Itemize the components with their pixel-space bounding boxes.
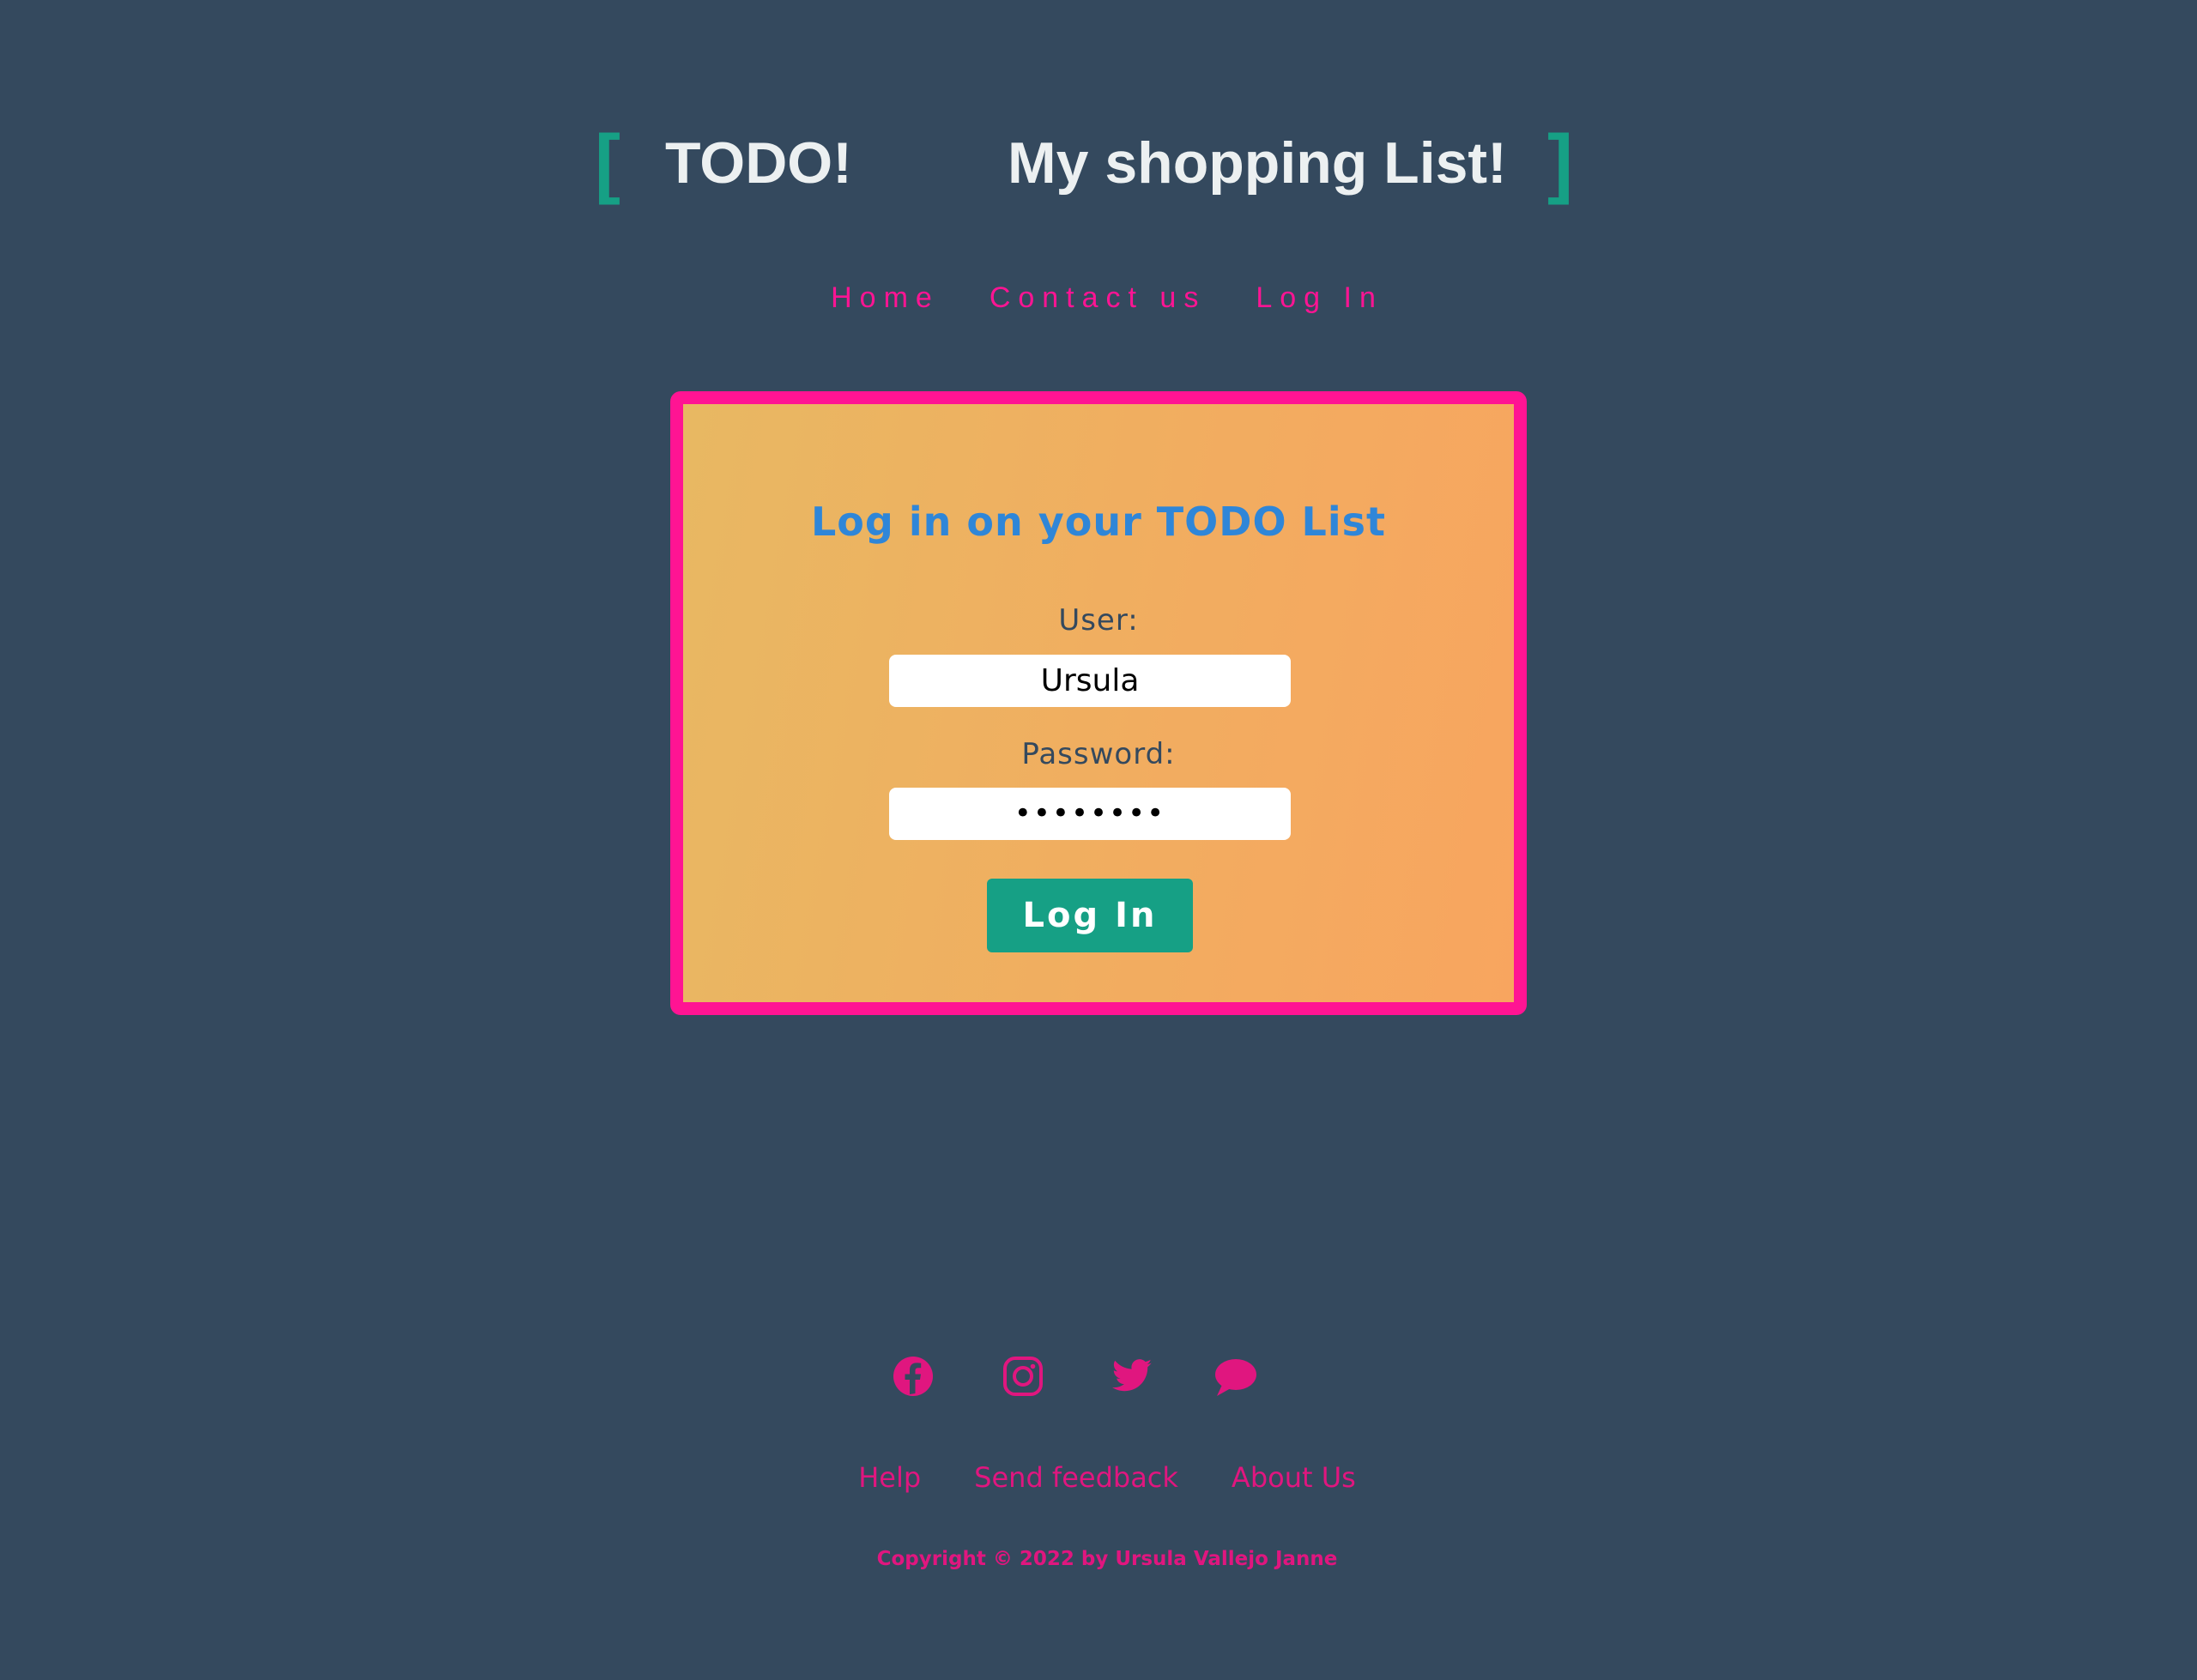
footer-feedback-link[interactable]: Send feedback [974, 1456, 1178, 1499]
left-bracket: [ [595, 120, 620, 206]
footer-links: Help Send feedback About Us [0, 1456, 2197, 1499]
right-bracket: ] [1547, 120, 1573, 206]
main-nav: Home Contact us Log In [0, 276, 2197, 319]
twitter-icon[interactable] [1107, 1351, 1157, 1401]
login-title: Log in on your TODO List [810, 499, 1387, 545]
copyright-text: Copyright © 2022 by Ursula Vallejo Janne [876, 1548, 1338, 1570]
page: [ TODO! My shopping List! ] Home Contact… [0, 0, 2197, 1680]
facebook-icon[interactable] [888, 1351, 938, 1401]
nav-home-link[interactable]: Home [831, 276, 940, 319]
password-input[interactable]: •••••••• [889, 788, 1291, 840]
footer-help-link[interactable]: Help [858, 1456, 921, 1499]
nav-contact-link[interactable]: Contact us [990, 276, 1207, 319]
todo-title: TODO! [665, 130, 852, 196]
login-button[interactable]: Log In [987, 879, 1193, 952]
shopping-list-title: My shopping List! [1008, 130, 1507, 196]
nav-login-link[interactable]: Log In [1256, 276, 1383, 319]
user-label: User: [1058, 603, 1139, 638]
login-card: Log in on your TODO List User: Ursula Pa… [670, 391, 1527, 1015]
site-header: [ TODO! My shopping List! ] [0, 112, 2197, 215]
chat-icon[interactable] [1210, 1351, 1260, 1401]
password-label: Password: [1021, 737, 1176, 771]
footer-about-link[interactable]: About Us [1232, 1456, 1356, 1499]
user-input[interactable]: Ursula [889, 655, 1291, 707]
instagram-icon[interactable] [998, 1351, 1048, 1401]
social-icons [0, 1351, 2197, 1403]
